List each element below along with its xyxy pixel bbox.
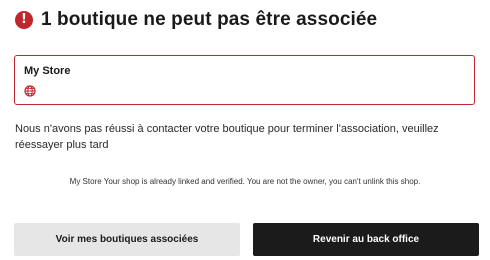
status-note: My Store Your shop is already linked and… [69,177,421,186]
error-message: Nous n'avons pas réussi à contacter votr… [15,123,439,151]
store-card: My Store [14,55,475,105]
back-to-back-office-button[interactable]: Revenir au back office [253,223,479,256]
view-linked-shops-button[interactable]: Voir mes boutiques associées [14,223,240,256]
globe-icon [24,85,36,97]
exclamation-circle-icon: ! [15,11,33,29]
error-header: ! 1 boutique ne peut pas être associée [15,9,377,31]
store-name: My Store [24,65,71,77]
page-title: 1 boutique ne peut pas être associée [41,9,378,30]
